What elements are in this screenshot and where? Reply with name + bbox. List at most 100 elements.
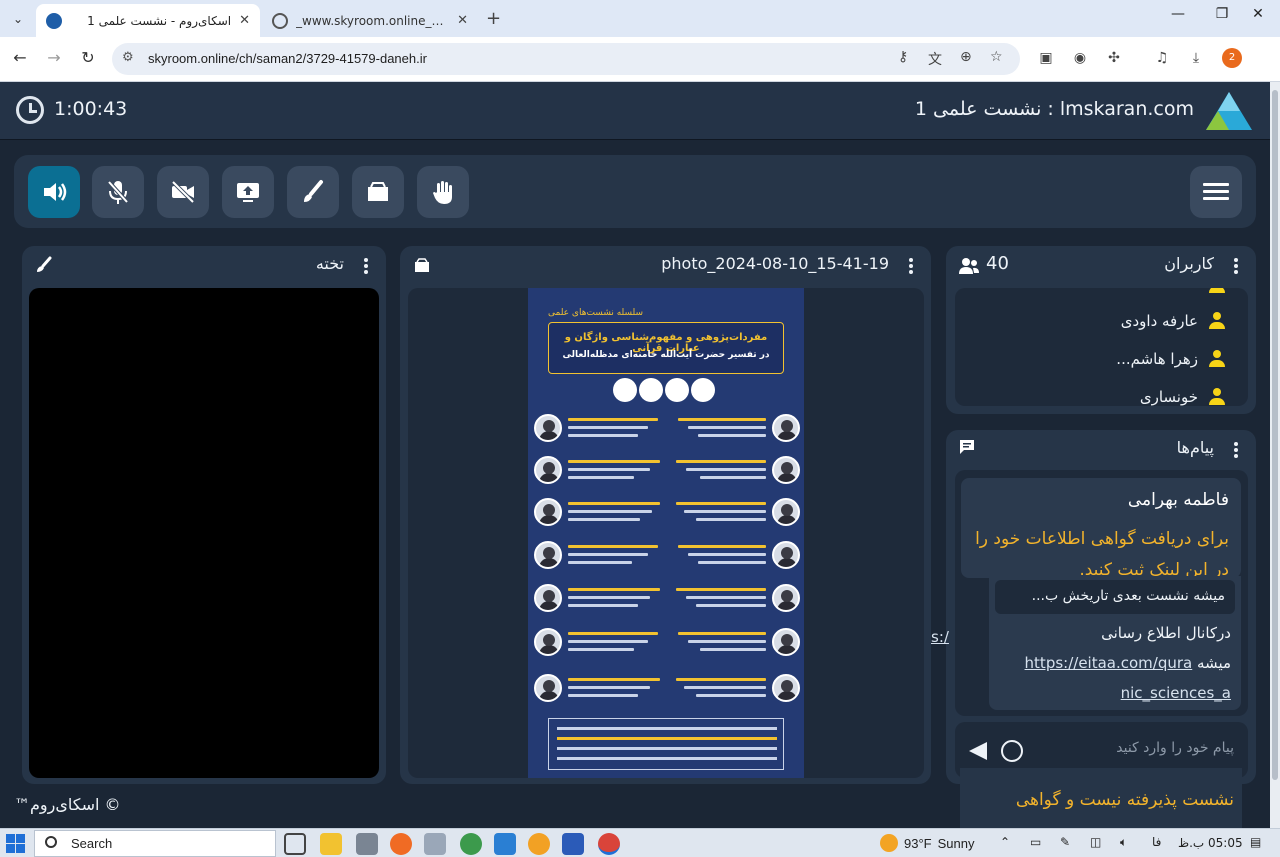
language-indicator[interactable]: فا <box>1152 835 1161 849</box>
screen-share-button[interactable] <box>222 166 274 218</box>
messages-list[interactable]: فاطمه بهرامی برای دریافت گواهی اطلاعات خ… <box>955 470 1248 716</box>
files-button[interactable] <box>352 166 404 218</box>
message-item: فاطمه بهرامی برای دریافت گواهی اطلاعات خ… <box>961 478 1241 580</box>
chrome-icon[interactable] <box>460 833 482 855</box>
app-icon[interactable] <box>528 833 550 855</box>
app-icon[interactable] <box>494 833 516 855</box>
panel-options-icon[interactable] <box>364 258 368 274</box>
close-window-icon[interactable]: ✕ <box>1238 6 1278 22</box>
new-tab-icon[interactable]: + <box>486 8 501 29</box>
message-input[interactable]: پیام خود را وارد کنید <box>1116 740 1234 756</box>
scrollbar-thumb[interactable] <box>1272 90 1278 780</box>
poster-banner: مفردات‌پژوهی و مفهوم‌شناسی واژگان و عبار… <box>548 322 784 374</box>
pen-icon[interactable]: ✎ <box>1060 835 1070 849</box>
panel-options-icon[interactable] <box>909 258 913 274</box>
whiteboard-button[interactable] <box>287 166 339 218</box>
site-info-icon[interactable]: ⚙ <box>122 50 134 65</box>
tab-skyroom-2[interactable]: _www.skyroom.online_713_bd9 ✕ <box>262 4 478 37</box>
taskbar-search[interactable]: Search <box>34 830 276 857</box>
message-link[interactable]: nic_sciences_a <box>1121 684 1231 702</box>
notifications-icon[interactable]: ▤ <box>1250 835 1261 849</box>
list-item[interactable]: خونساری <box>1140 388 1226 406</box>
poster-text-line <box>568 596 650 599</box>
firefox-icon[interactable] <box>390 833 412 855</box>
user-icon <box>1208 350 1226 368</box>
restore-icon[interactable]: ❐ <box>1202 6 1242 22</box>
os-taskbar: Search 93°F Sunny ⌃ ▭ ✎ ◫ 🔈︎ فا 05:05 ب.… <box>0 828 1280 857</box>
poster-text-line <box>678 418 766 421</box>
list-item[interactable]: ‌ <box>1198 288 1226 294</box>
back-icon[interactable]: ← <box>8 48 32 67</box>
raise-hand-button[interactable] <box>417 166 469 218</box>
list-item[interactable]: زهرا هاشم... <box>1116 350 1226 368</box>
tray-chevron-icon[interactable]: ⌃ <box>1000 835 1010 849</box>
user-name: زهرا هاشم... <box>1116 350 1198 368</box>
volume-icon[interactable]: 🔈︎ <box>1120 835 1127 850</box>
list-item[interactable]: عارفه داودی <box>1121 312 1226 330</box>
task-view-icon[interactable] <box>284 833 306 855</box>
battery-icon[interactable]: ▭ <box>1030 835 1041 849</box>
close-tab-icon[interactable]: ✕ <box>239 13 250 28</box>
poster-text-line <box>568 686 650 689</box>
extension-badge-icon[interactable]: ◉ <box>1070 50 1090 66</box>
windows-start-icon[interactable] <box>6 834 26 854</box>
users-list[interactable]: ‌ عارفه داودی زهرا هاشم... خونساری <box>955 288 1248 406</box>
forward-icon[interactable]: → <box>42 48 66 67</box>
page-scrollbar[interactable] <box>1270 82 1280 828</box>
extension-pdf-icon[interactable]: ▣ <box>1036 50 1056 66</box>
lmskaran-logo-icon <box>1206 92 1252 130</box>
bookmark-star-icon[interactable]: ☆ <box>990 49 1003 65</box>
close-tab-icon[interactable]: ✕ <box>457 13 468 28</box>
users-count: 40 <box>986 253 1009 274</box>
address-bar[interactable]: ⚙ skyroom.online/ch/saman2/3729-41579-da… <box>112 43 1020 75</box>
folder-icon <box>368 182 388 201</box>
password-key-icon[interactable]: ⚷ <box>898 49 908 65</box>
poster-text-line <box>557 757 777 760</box>
reply-preview[interactable]: میشه نشست بعدی تاریخش ب... <box>995 580 1235 614</box>
document-viewer[interactable]: سلسله نشست‌های علمی مفردات‌پژوهی و مفهوم… <box>408 288 924 778</box>
org-logo-icon <box>665 378 689 402</box>
users-group-icon <box>959 258 979 274</box>
browser-tab-bar: ⌄ اسکای‌روم - نشست علمی 1 ✕ _www.skyroom… <box>0 0 1280 37</box>
word-icon[interactable] <box>562 833 584 855</box>
poster-text-line <box>688 553 766 556</box>
whiteboard-canvas[interactable] <box>29 288 379 778</box>
weather-widget[interactable]: 93°F Sunny <box>880 834 974 852</box>
zoom-icon[interactable]: ⊕ <box>960 49 972 65</box>
media-controls-icon[interactable]: ♫ <box>1152 50 1172 66</box>
file-explorer-icon[interactable] <box>320 833 342 855</box>
network-icon[interactable]: ◫ <box>1090 835 1101 849</box>
app-icon[interactable] <box>356 833 378 855</box>
send-icon[interactable] <box>969 742 987 760</box>
panel-options-icon[interactable] <box>1234 258 1238 274</box>
speaker-photo <box>772 498 800 526</box>
system-clock[interactable]: 05:05 ب.ظ <box>1178 836 1243 850</box>
tab-search-dropdown-icon[interactable]: ⌄ <box>6 7 30 31</box>
search-icon <box>45 836 57 848</box>
overflow-link[interactable]: s:/ <box>931 628 949 646</box>
speaker-photo <box>772 541 800 569</box>
profile-avatar[interactable]: 2 <box>1222 48 1242 68</box>
message-link[interactable]: https://eitaa.com/qura <box>1025 654 1193 672</box>
main-menu-button[interactable] <box>1190 166 1242 218</box>
translate-icon[interactable]: 文 <box>928 49 942 69</box>
user-icon <box>1208 288 1226 294</box>
speaker-button[interactable] <box>28 166 80 218</box>
url-text: skyroom.online/ch/saman2/3729-41579-dane… <box>148 51 427 66</box>
minimize-icon[interactable]: — <box>1158 6 1198 22</box>
message-text: درکانال اطلاع رسانی <box>1101 624 1231 642</box>
chrome-active-icon[interactable] <box>598 833 620 855</box>
speaker-photo <box>772 414 800 442</box>
screen-share-icon <box>237 183 259 202</box>
emoji-icon[interactable] <box>1001 740 1023 762</box>
camera-button[interactable] <box>157 166 209 218</box>
app-icon[interactable] <box>424 833 446 855</box>
extensions-puzzle-icon[interactable]: ✣ <box>1104 50 1124 66</box>
panel-options-icon[interactable] <box>1234 442 1238 458</box>
downloads-icon[interactable]: ⤓ <box>1186 50 1206 66</box>
user-name: خونساری <box>1139 388 1198 406</box>
microphone-button[interactable] <box>92 166 144 218</box>
camera-off-icon <box>171 180 195 204</box>
reload-icon[interactable]: ↻ <box>76 48 100 67</box>
tab-skyroom[interactable]: اسکای‌روم - نشست علمی 1 ✕ <box>36 4 260 37</box>
